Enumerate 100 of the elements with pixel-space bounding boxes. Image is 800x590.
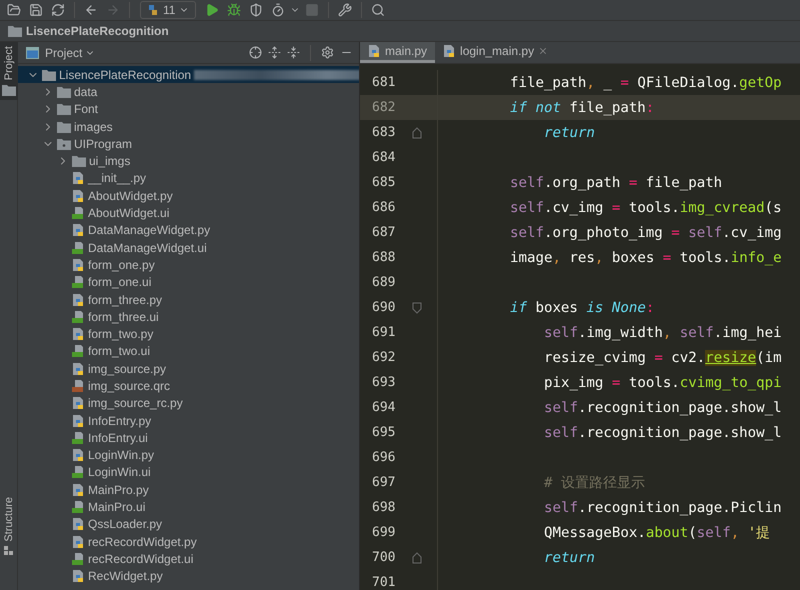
tree-item-label: recRecordWidget.py <box>88 534 197 549</box>
tree-item[interactable]: RecWidget.py <box>18 568 359 585</box>
tree-item-label: images <box>74 120 113 134</box>
code-text: # 设置路径显示 <box>544 474 645 492</box>
line-number: 698 <box>371 500 396 515</box>
tree-item-label: AboutWidget.py <box>88 188 173 203</box>
tree-item[interactable]: DataManageWidget.py <box>18 222 359 239</box>
tree-item-label: LoginWin.py <box>88 448 154 462</box>
file-icon <box>72 430 85 445</box>
line-number: 683 <box>371 125 396 140</box>
settings-icon[interactable] <box>321 46 334 59</box>
tree-item[interactable]: Font <box>18 100 359 118</box>
line-number: 684 <box>371 150 396 165</box>
tree-item[interactable]: UIProgram <box>18 135 359 152</box>
line-number: 701 <box>371 575 396 590</box>
tree-item-label: AboutWidget.ui <box>88 206 170 220</box>
python-file-icon <box>72 414 85 428</box>
file-icon <box>72 310 85 324</box>
tree-item[interactable]: LoginWin.py <box>18 446 359 464</box>
line-number: 694 <box>371 400 396 415</box>
file-icon <box>72 378 85 393</box>
tree-item[interactable]: recRecordWidget.py <box>18 533 359 550</box>
tree-item[interactable]: ui_imgs <box>18 152 359 170</box>
tree-item-label: img_source.py <box>88 362 166 376</box>
tree-item-label: InfoEntry.py <box>88 414 152 428</box>
line-number: 700 <box>371 550 396 565</box>
tree-item[interactable]: MainPro.py <box>18 481 359 498</box>
python-file-icon <box>72 223 85 238</box>
window-icon <box>26 46 39 58</box>
code-text: resize_cvimg = cv2.resize(im <box>544 350 782 366</box>
line-number: 693 <box>371 375 396 390</box>
tree-item[interactable]: form_three.py <box>18 290 359 308</box>
tree-item[interactable]: images <box>18 118 359 136</box>
line-number: 695 <box>371 425 396 440</box>
tree-item[interactable]: img_source_rc.py <box>18 394 359 412</box>
tree-item[interactable]: img_source.py <box>18 360 359 378</box>
tree-item[interactable]: AboutWidget.py <box>18 187 359 204</box>
tree-item[interactable]: QssLoader.py <box>18 516 359 534</box>
tree-item-label: LisencePlateRecognition <box>59 68 192 82</box>
line-number: 687 <box>371 225 396 240</box>
python-file-icon <box>72 258 85 272</box>
editor-tab[interactable]: main.py <box>360 42 436 63</box>
run-configuration-dropdown[interactable]: 11 <box>140 1 196 19</box>
tree-item[interactable]: form_two.ui <box>18 342 359 360</box>
python-file-icon <box>72 534 85 549</box>
breadcrumb-project[interactable]: LisencePlateRecognition <box>26 24 169 38</box>
tool-window-tab[interactable]: Project <box>0 42 18 100</box>
folder-icon <box>42 68 56 81</box>
tree-item[interactable]: form_one.ui <box>18 274 359 291</box>
tree-item-label: DataManageWidget.ui <box>88 240 207 255</box>
editor-tab[interactable]: login_main.py <box>435 42 556 63</box>
tree-item-label: __init__.py <box>88 171 146 186</box>
tree-item[interactable]: LisencePlateRecognition <box>18 66 359 84</box>
project-view-dropdown[interactable]: Project <box>45 46 96 60</box>
tree-item[interactable]: MainPro.ui <box>18 498 359 516</box>
tree-item[interactable]: AboutWidget.ui <box>18 204 359 222</box>
tree-item[interactable]: form_one.py <box>18 256 359 274</box>
expand-all-icon[interactable] <box>268 46 281 59</box>
code-text: return <box>544 550 595 566</box>
line-number: 692 <box>371 350 396 365</box>
tree-item-label: form_two.ui <box>88 344 150 358</box>
structure-icon <box>4 546 14 556</box>
tree-item[interactable]: recRecordWidget.ui <box>18 550 359 568</box>
tree-item-label: form_three.py <box>88 292 162 306</box>
code-text: file_path, _ = QFileDialog.getOp <box>510 74 782 90</box>
tree-item-label: DataManageWidget.py <box>88 223 210 238</box>
python-icon <box>147 4 159 16</box>
collapse-all-icon[interactable] <box>287 46 300 59</box>
tree-item[interactable]: img_source.qrc <box>18 377 359 395</box>
file-icon <box>72 206 85 220</box>
tree-item[interactable]: data <box>18 83 359 101</box>
file-icon <box>72 275 85 290</box>
code-text: self.recognition_page.show_l <box>544 424 782 440</box>
python-file-icon <box>72 292 85 306</box>
tree-item-label: LoginWin.ui <box>88 465 151 480</box>
file-icon <box>72 344 85 358</box>
tree-item[interactable]: InfoEntry.py <box>18 412 359 430</box>
python-file-icon <box>72 517 85 532</box>
tree-item[interactable]: DataManageWidget.ui <box>18 238 359 256</box>
tool-window-tab[interactable]: Structure <box>0 493 18 560</box>
crosshair-icon[interactable] <box>249 46 262 59</box>
tree-item[interactable]: InfoEntry.ui <box>18 429 359 447</box>
folder-icon <box>72 155 86 168</box>
fold-marker-icon[interactable] <box>412 302 422 314</box>
python-file-icon <box>72 327 85 342</box>
python-file-icon <box>72 188 85 203</box>
fold-marker-icon[interactable] <box>412 126 422 138</box>
file-icon <box>72 552 85 566</box>
folder-icon <box>8 25 22 37</box>
tree-item[interactable]: __init__.py <box>18 170 359 188</box>
tree-item[interactable]: form_two.py <box>18 325 359 343</box>
code-text: self.org_photo_img = self.cv_img <box>510 224 782 240</box>
code-text: self.cv_img = tools.img_cvread(s <box>510 200 782 216</box>
tree-item[interactable]: LoginWin.ui <box>18 464 359 482</box>
close-icon[interactable] <box>538 46 548 56</box>
line-number: 690 <box>371 300 396 315</box>
tree-item[interactable]: form_three.ui <box>18 308 359 326</box>
code-text: self.org_path = file_path <box>510 174 722 190</box>
fold-marker-icon[interactable] <box>412 552 422 564</box>
tree-item-label: InfoEntry.ui <box>88 430 148 445</box>
